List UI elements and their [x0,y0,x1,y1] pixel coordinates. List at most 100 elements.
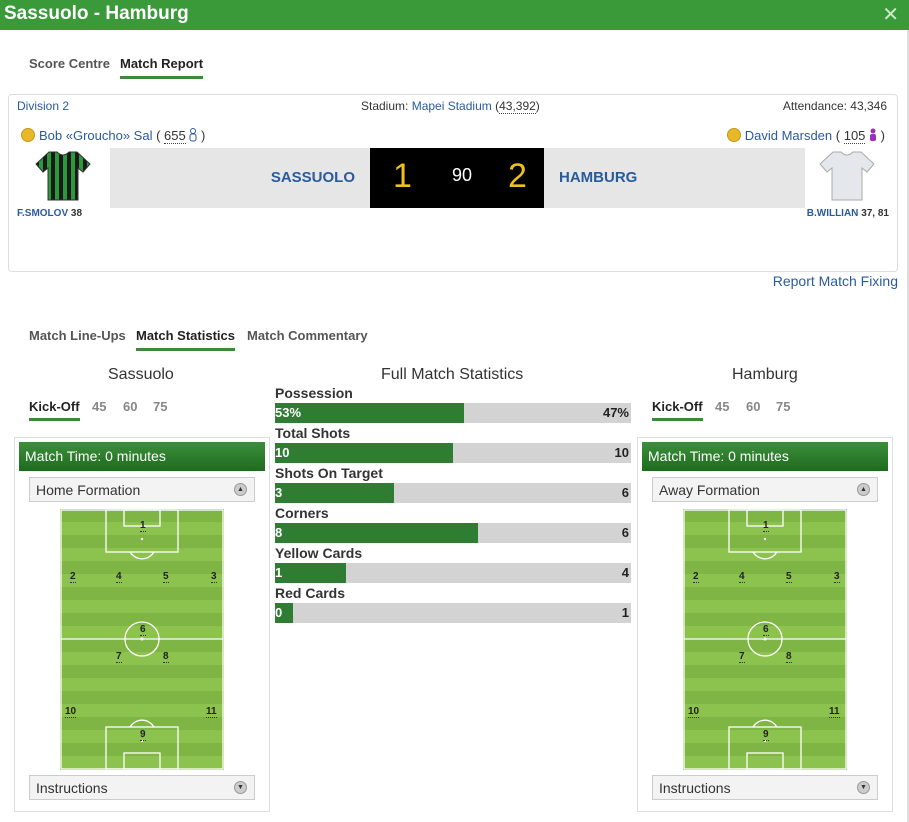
away-tab-60[interactable]: 60 [746,399,760,414]
stat-label: Possession [275,385,353,401]
home-player-position[interactable]: 8 [163,652,169,663]
stat-home-value: 1 [275,565,283,580]
stat-bar: 36 [275,483,631,503]
home-pitch: 1 2 4 5 3 6 7 8 10 11 9 [60,509,224,770]
stat-bar-home-fill [275,563,347,583]
home-formation-dropdown[interactable]: Home Formation ▲ [29,477,255,502]
tab-match-line-ups[interactable]: Match Line-Ups [29,328,126,343]
stat-bar: 01 [275,603,631,623]
stat-row: Shots On Target 3 6 [275,465,633,505]
home-scorer-minute: 38 [70,208,83,219]
away-instructions-label: Instructions [659,780,731,796]
medal-icon [726,128,741,142]
stat-away-value: 6 [621,485,629,500]
home-scorer-link[interactable]: F.SMOLOV [17,208,68,219]
home-manager-link[interactable]: Bob «Groucho» Sal [39,128,152,143]
away-player-position[interactable]: 8 [786,652,792,663]
away-scorer: B.WILLIAN 37, 81 [807,208,889,219]
attendance: Attendance: 43,346 [782,99,887,113]
stat-row: Red Cards 0 1 [275,585,633,625]
home-instructions-dropdown[interactable]: Instructions ▼ [29,775,255,800]
home-player-position[interactable]: 3 [211,572,217,583]
away-player-position[interactable]: 7 [739,652,745,663]
window-titlebar: Sassuolo - Hamburg ✕ [0,0,909,30]
home-player-position[interactable]: 2 [70,572,76,583]
stat-label: Yellow Cards [275,545,363,561]
home-instructions-label: Instructions [36,780,108,796]
tab-match-report[interactable]: Match Report [120,56,204,79]
match-card: Division 2 Stadium: Mapei Stadium (43,39… [8,94,898,272]
away-player-position[interactable]: 6 [763,625,769,636]
away-formation-dropdown[interactable]: Away Formation ▲ [652,477,878,502]
away-player-position[interactable]: 2 [693,572,699,583]
person-icon [870,128,877,141]
report-match-fixing-link[interactable]: Report Match Fixing [773,273,898,289]
home-player-position[interactable]: 5 [163,572,169,583]
home-team-name[interactable]: SASSUOLO [271,169,355,186]
tab-match-commentary[interactable]: Match Commentary [247,328,368,343]
person-icon [189,128,197,142]
away-player-position[interactable]: 4 [739,572,745,583]
away-tab-75[interactable]: 75 [776,399,790,414]
home-tab-75[interactable]: 75 [153,399,167,414]
close-icon[interactable]: ✕ [882,2,899,27]
stadium-link[interactable]: Mapei Stadium [412,99,492,113]
away-manager-link[interactable]: David Marsden [745,128,832,143]
away-tab-45[interactable]: 45 [715,399,729,414]
medal-icon [21,128,35,142]
away-formation-panel: Match Time: 0 minutes Away Formation ▲ 1… [637,437,893,812]
away-player-position[interactable]: 1 [763,521,769,532]
away-instructions-dropdown[interactable]: Instructions ▼ [652,775,878,800]
collapse-icon: ▲ [857,483,870,496]
home-manager: Bob «Groucho» Sal ( 655 ) [21,128,205,144]
stat-row: Corners 8 6 [275,505,633,545]
away-pitch: 1 2 4 5 3 6 7 8 10 11 9 [683,509,847,770]
away-shirt-icon [819,151,875,201]
division-link[interactable]: Division 2 [17,99,69,113]
stat-label: Total Shots [275,425,351,441]
away-player-position[interactable]: 11 [829,707,840,718]
home-tab-60[interactable]: 60 [123,399,137,414]
away-column-title: Hamburg [732,366,798,383]
scoreboard: 1 90 2 [370,148,544,208]
home-player-position[interactable]: 9 [140,730,146,741]
tab-match-statistics[interactable]: Match Statistics [136,328,235,351]
home-tab-kickoff[interactable]: Kick-Off [29,399,80,421]
stat-bar-home-fill [275,483,394,503]
away-scorer-link[interactable]: B.WILLIAN [807,208,859,219]
stat-away-value: 1 [621,605,629,620]
stat-row: Total Shots 10 10 [275,425,633,465]
tab-score-centre[interactable]: Score Centre [29,56,110,71]
away-formation-label: Away Formation [659,482,760,498]
home-player-position[interactable]: 1 [140,521,146,532]
home-player-position[interactable]: 7 [116,652,122,663]
collapse-icon: ▲ [234,483,247,496]
home-tab-45[interactable]: 45 [92,399,106,414]
stat-away-value: 10 [614,445,629,460]
stat-bar: 86 [275,523,631,543]
home-score: 1 [393,157,412,195]
stats-title: Full Match Statistics [381,366,524,383]
home-manager-rating: 655 [164,128,186,144]
away-player-position[interactable]: 5 [786,572,792,583]
away-team-name[interactable]: HAMBURG [559,169,637,186]
away-tab-kickoff[interactable]: Kick-Off [652,399,703,421]
stat-home-value: 53% [275,405,302,420]
home-player-position[interactable]: 10 [65,707,77,718]
stat-home-value: 10 [275,445,290,460]
home-player-position[interactable]: 6 [140,625,146,636]
home-player-position[interactable]: 4 [116,572,122,583]
home-scorer: F.SMOLOV 38 [17,208,82,219]
away-player-position[interactable]: 10 [688,707,700,718]
expand-icon: ▼ [234,781,247,794]
away-score: 2 [508,157,527,195]
away-player-position[interactable]: 9 [763,730,769,741]
stat-away-value: 4 [621,565,629,580]
away-scorer-minute: 37, 81 [861,208,889,219]
expand-icon: ▼ [857,781,870,794]
stat-row: Possession 53% 47% [275,385,633,425]
home-match-time: Match Time: 0 minutes [19,442,265,471]
match-minute: 90 [452,165,473,185]
away-player-position[interactable]: 3 [834,572,840,583]
home-player-position[interactable]: 11 [206,707,217,718]
